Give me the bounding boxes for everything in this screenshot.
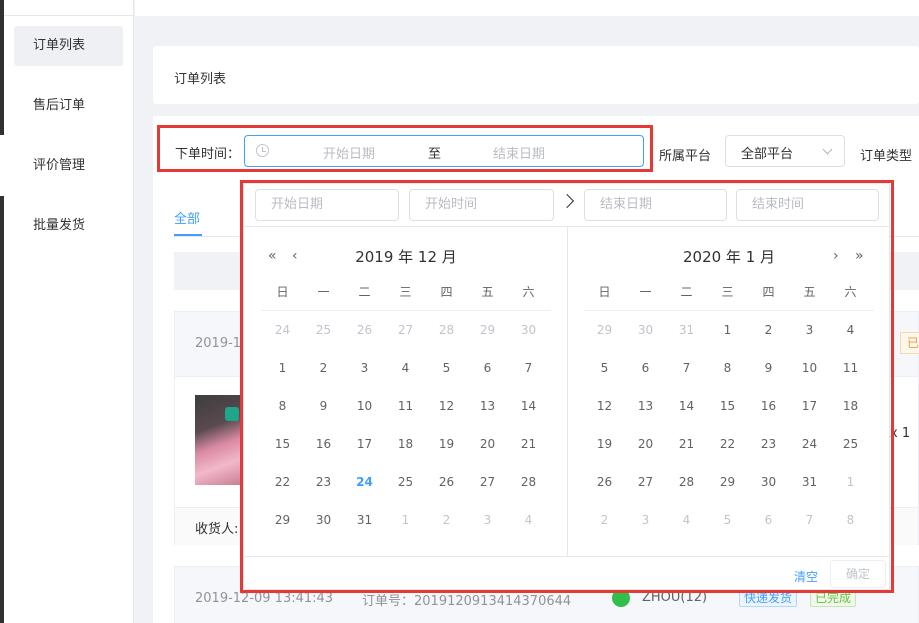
order-date: 2019-12-09 13:41:43 bbox=[195, 591, 334, 606]
sidebar-item-order-list[interactable]: 订单列表 bbox=[14, 26, 123, 66]
order-date: 2019-1 bbox=[195, 336, 242, 351]
sidebar-divider bbox=[0, 15, 134, 16]
order-type-label: 订单类型 bbox=[860, 149, 913, 164]
sidebar-edge-marker bbox=[0, 196, 4, 623]
chevron-down-icon bbox=[822, 144, 833, 155]
top-bar bbox=[135, 0, 919, 16]
receiver-label: 收货人: bbox=[195, 522, 239, 537]
sidebar-item-label: 批量发货 bbox=[33, 218, 86, 233]
sidebar-item-reviews[interactable]: 评价管理 bbox=[14, 146, 123, 186]
sidebar-item-after-sales[interactable]: 售后订单 bbox=[14, 86, 123, 126]
sidebar-item-label: 评价管理 bbox=[33, 158, 86, 173]
product-thumbnail[interactable] bbox=[195, 395, 243, 485]
highlight-outline bbox=[157, 125, 653, 172]
title-card: 订单列表 bbox=[153, 46, 919, 104]
platform-select[interactable]: 全部平台 bbox=[725, 135, 845, 167]
sidebar-item-label: 订单列表 bbox=[33, 38, 86, 53]
sidebar: 订单列表 售后订单 评价管理 批量发货 bbox=[0, 0, 134, 623]
active-tab-indicator bbox=[174, 234, 202, 236]
tab-all[interactable]: 全部 bbox=[174, 208, 200, 227]
highlight-outline bbox=[240, 180, 894, 593]
platform-select-value: 全部平台 bbox=[741, 147, 794, 162]
platform-label: 所属平台 bbox=[659, 149, 712, 164]
page-title: 订单列表 bbox=[174, 72, 227, 87]
sidebar-edge-marker bbox=[0, 0, 4, 135]
status-badge: 已 bbox=[900, 332, 919, 354]
sidebar-item-label: 售后订单 bbox=[33, 98, 86, 113]
sidebar-item-batch-ship[interactable]: 批量发货 bbox=[14, 206, 123, 246]
